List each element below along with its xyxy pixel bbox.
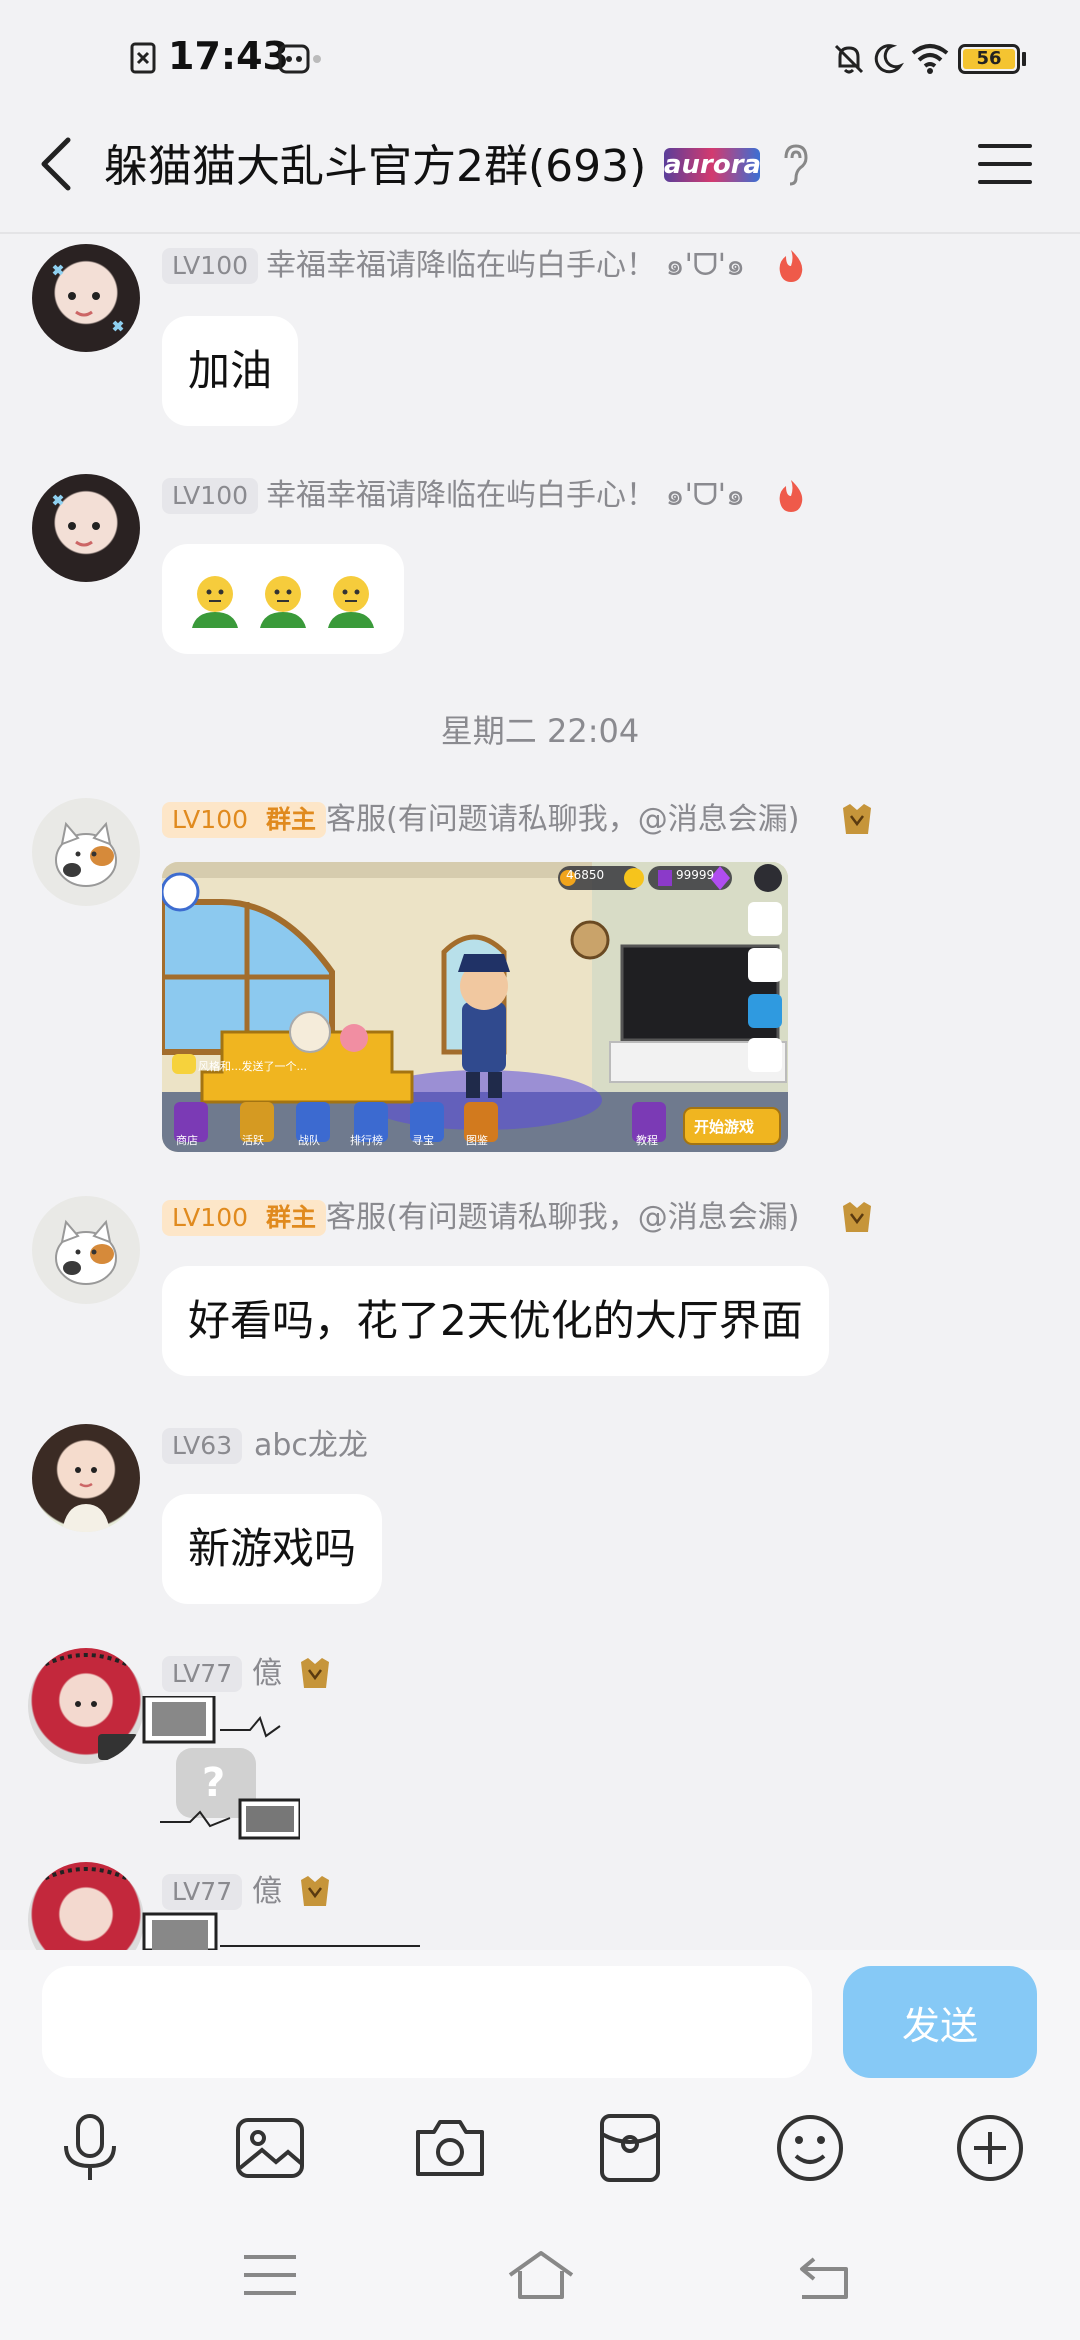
menu-icon[interactable] (978, 142, 1032, 186)
sender-name[interactable]: 幸福幸福请降临在屿白手心！ ๑'ᗜ'๑ (266, 476, 745, 516)
header-divider (0, 232, 1080, 234)
game-screenshot-image[interactable]: 46850 99999 风格和...发送了一个... 商店 活跃 战队 排行榜 … (162, 862, 788, 1152)
game-button-label: 商店 (176, 1134, 198, 1147)
avatar[interactable] (28, 1648, 144, 1764)
game-lobby-scene (162, 862, 788, 1152)
chat-hint: 风格和...发送了一个... (198, 1060, 307, 1073)
wifi-icon (911, 44, 949, 74)
red-packet-icon[interactable] (592, 2110, 668, 2186)
flame-icon (779, 480, 803, 512)
sticker-image-partial[interactable] (140, 1912, 480, 1950)
owner-crown-icon (843, 1202, 871, 1232)
bell-mute-icon (834, 44, 864, 74)
flame-icon (779, 250, 803, 282)
cat-avatar-icon (55, 1219, 117, 1285)
sender-name[interactable]: 幸福幸福请降临在屿白手心！ ๑'ᗜ'๑ (266, 246, 745, 286)
status-bar: 17:43 56 (0, 0, 1080, 120)
owner-tag: 群主 (265, 1203, 316, 1232)
avatar[interactable] (32, 798, 140, 906)
back-nav-icon[interactable] (790, 2245, 860, 2305)
sender-name[interactable]: abc龙龙 (254, 1426, 368, 1466)
emoji-icon[interactable] (772, 2110, 848, 2186)
sender-name[interactable]: 客服(有问题请私聊我，@消息会漏) (326, 1198, 799, 1238)
message-input[interactable] (42, 1966, 812, 2078)
girl-avatar-icon (62, 1467, 110, 1532)
game-button-label: 排行榜 (350, 1134, 383, 1147)
aurora-badge: aurora (664, 148, 762, 182)
game-button-label: 教程 (636, 1134, 658, 1147)
cat-avatar-icon (55, 821, 117, 887)
send-button[interactable]: 发送 (843, 1966, 1037, 2078)
emoji-bubble[interactable] (162, 544, 404, 654)
level-badge: LV77 (162, 1656, 243, 1692)
avatar-face-icon (52, 264, 124, 332)
avatar-face-icon (52, 494, 100, 547)
red-hair-avatar-icon (37, 1653, 138, 1760)
ear-icon[interactable] (780, 142, 812, 188)
member-badge-icon (301, 1876, 329, 1906)
owner-tag: 群主 (265, 805, 316, 834)
battery-tip (1022, 52, 1026, 66)
battery-level: 56 (963, 49, 1015, 69)
sender-name[interactable]: 億 (252, 1654, 282, 1694)
menu-nav-icon[interactable] (236, 2245, 306, 2305)
sim-off-icon (130, 42, 156, 74)
neutral-face-emoji-icon (192, 576, 238, 628)
message-bubble[interactable]: 新游戏吗 (162, 1494, 383, 1604)
owner-crown-icon (843, 804, 871, 834)
plus-icon[interactable] (952, 2110, 1028, 2186)
member-badge-icon (301, 1658, 329, 1688)
sticker-image[interactable]: ? (140, 1694, 302, 1842)
level-text: LV100 (172, 805, 249, 834)
avatar[interactable] (32, 244, 140, 352)
neutral-face-emoji-icon (260, 576, 306, 628)
sticker-question-mark: ? (202, 1760, 226, 1806)
moon-icon (874, 44, 904, 74)
avatar[interactable] (32, 474, 140, 582)
coin-count: 46850 (566, 868, 605, 882)
level-text: LV100 (172, 1203, 249, 1232)
time-divider: 星期二 22:04 (440, 712, 640, 750)
message-bubble[interactable]: 好看吗，花了2天优化的大厅界面 (162, 1266, 829, 1376)
home-nav-icon[interactable] (506, 2245, 576, 2305)
image-icon[interactable] (232, 2110, 308, 2186)
level-badge: LV100 群主 (162, 1200, 326, 1236)
level-badge: LV77 (162, 1874, 243, 1910)
level-badge: LV63 (162, 1428, 243, 1464)
group-title[interactable]: 躲猫猫大乱斗官方2群(693) (104, 130, 646, 194)
sender-name[interactable]: 億 (252, 1872, 282, 1912)
battery-indicator: 56 (958, 44, 1020, 74)
microphone-icon[interactable] (52, 2110, 128, 2186)
status-time: 17:43 (168, 34, 289, 78)
level-badge: LV100 (162, 248, 259, 284)
neutral-face-emoji-icon (328, 576, 374, 628)
back-arrow-icon[interactable] (36, 136, 76, 192)
sender-name[interactable]: 客服(有问题请私聊我，@消息会漏) (326, 800, 799, 840)
camera-icon[interactable] (412, 2110, 488, 2186)
game-button-label: 寻宝 (412, 1134, 434, 1147)
game-controller-icon (278, 44, 310, 74)
avatar[interactable] (32, 1424, 140, 1532)
gem-count: 99999 (676, 868, 715, 882)
dot-icon (313, 55, 321, 63)
level-badge: LV100 (162, 478, 259, 514)
game-button-label: 图鉴 (466, 1134, 488, 1147)
game-button-label: 战队 (298, 1134, 320, 1147)
avatar[interactable] (32, 1196, 140, 1304)
game-button-label: 活跃 (242, 1134, 264, 1147)
message-bubble[interactable]: 加油 (162, 316, 299, 426)
level-badge: LV100 群主 (162, 802, 326, 838)
start-game-label: 开始游戏 (694, 1118, 755, 1136)
